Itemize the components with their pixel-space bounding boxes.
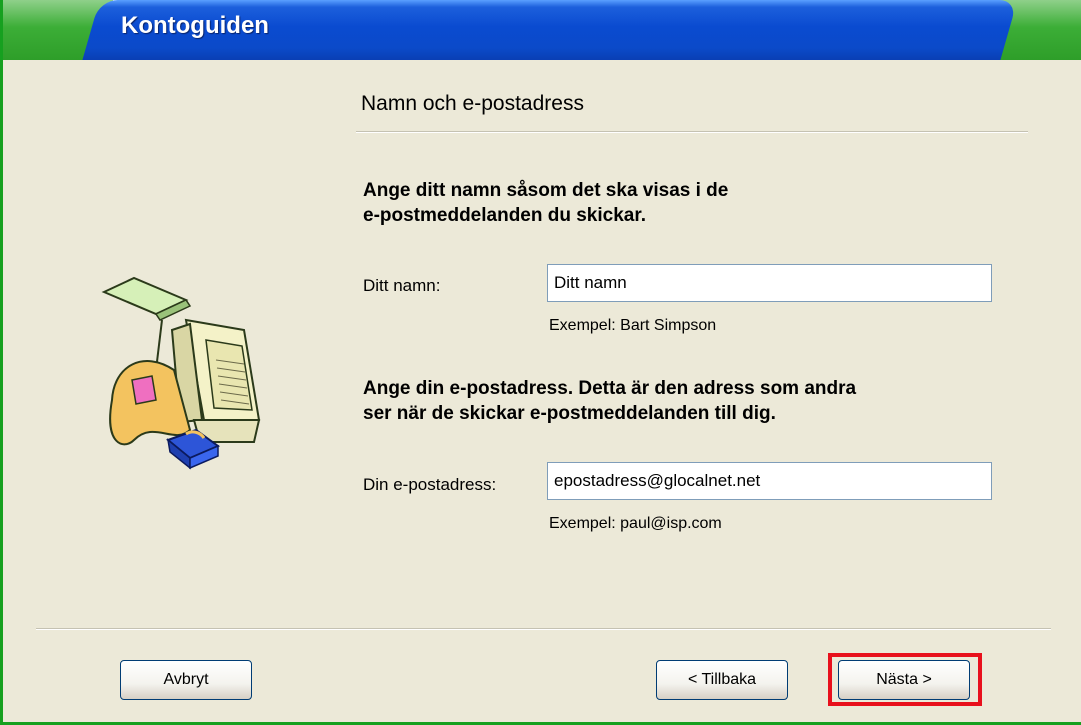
wizard-illustration-icon bbox=[101, 276, 261, 470]
name-input[interactable] bbox=[547, 264, 992, 302]
wizard-window: Kontoguiden Namn och e-postadress Ange d… bbox=[0, 0, 1081, 725]
email-input[interactable] bbox=[547, 462, 992, 500]
page-heading: Namn och e-postadress bbox=[361, 92, 584, 115]
title-bar: Kontoguiden bbox=[3, 0, 1081, 60]
wizard-content: Namn och e-postadress Ange ditt namn sås… bbox=[6, 60, 1081, 722]
email-instructions: Ange din e-postadress. Detta är den adre… bbox=[363, 378, 857, 424]
name-example: Exempel: Bart Simpson bbox=[549, 317, 717, 334]
email-example: Exempel: paul@isp.com bbox=[549, 515, 722, 532]
next-button-highlight bbox=[828, 653, 982, 706]
heading-divider bbox=[356, 131, 1028, 133]
name-label: Ditt namn: bbox=[363, 276, 441, 295]
cancel-button[interactable]: Avbryt bbox=[120, 660, 252, 700]
email-label: Din e-postadress: bbox=[363, 475, 497, 494]
window-title: Kontoguiden bbox=[121, 12, 269, 39]
footer-divider bbox=[36, 628, 1051, 630]
back-button[interactable]: < Tillbaka bbox=[656, 660, 788, 700]
name-instructions: Ange ditt namn såsom det ska visas i de … bbox=[363, 180, 729, 226]
